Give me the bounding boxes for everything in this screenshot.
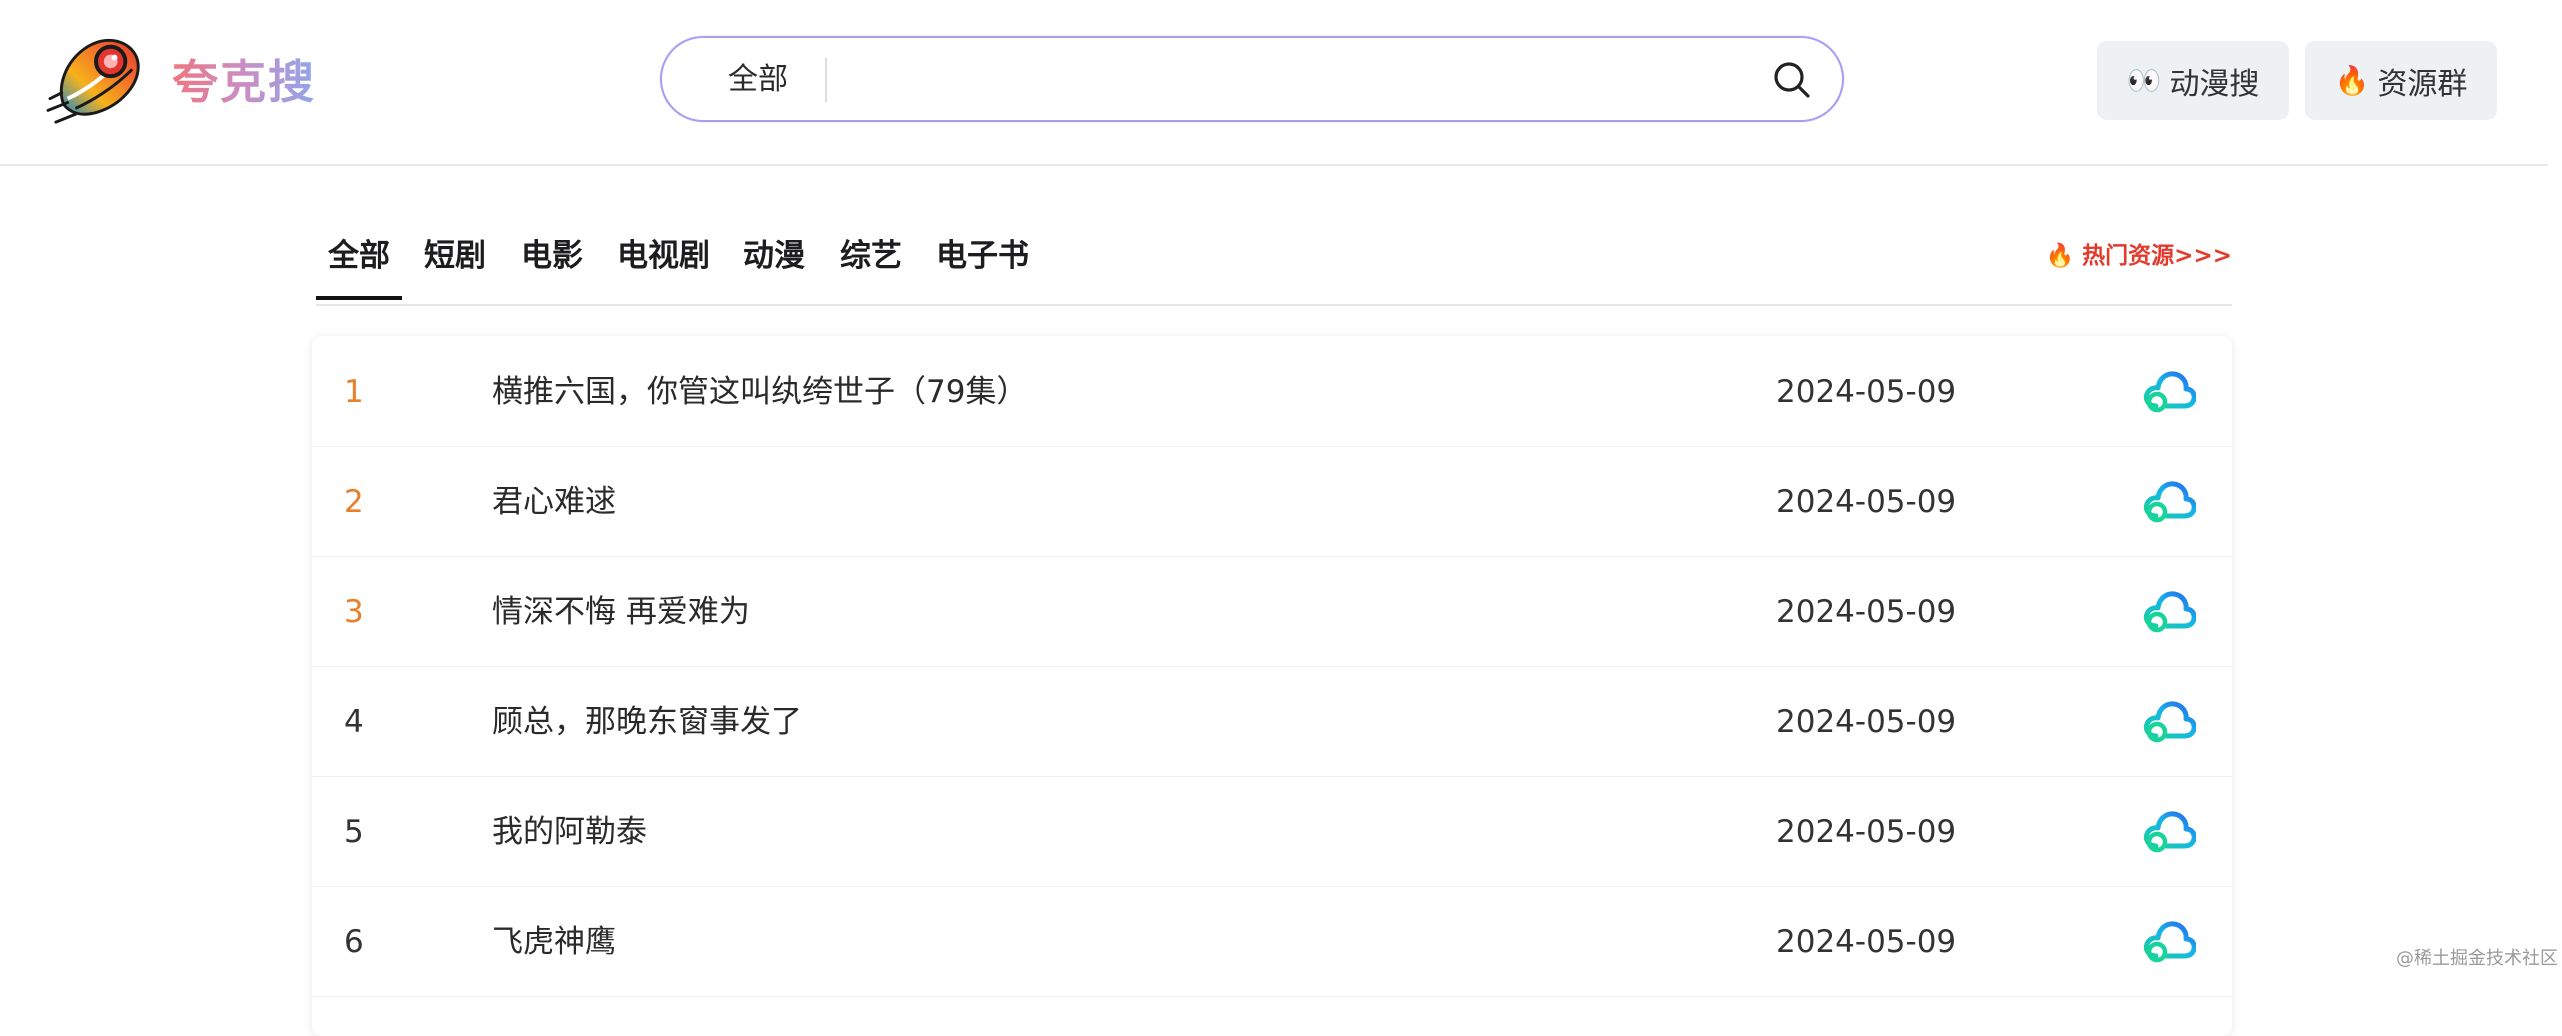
item-title[interactable]: 情深不悔 再爱难为 — [492, 592, 750, 632]
list-item[interactable]: 2 君心难逑 2024-05-09 — [312, 446, 2232, 557]
item-date: 2024-05-09 — [1776, 704, 1957, 740]
result-list: 1 横推六国，你管这叫纨绔世子（79集） 2024-05-09 2 君心难逑 2… — [312, 336, 2232, 1036]
watermark: @稀土掘金技术社区 — [2396, 948, 2558, 969]
list-item[interactable]: 1 横推六国，你管这叫纨绔世子（79集） 2024-05-09 — [312, 336, 2232, 447]
cloud-icon[interactable] — [2142, 476, 2196, 524]
item-title[interactable]: 我的阿勒泰 — [492, 812, 647, 852]
anime-search-label: 动漫搜 — [2169, 66, 2260, 102]
rank-number: 4 — [344, 704, 364, 740]
tab-movie[interactable]: 电影 — [521, 236, 583, 276]
rank-number: 2 — [344, 484, 364, 520]
item-title[interactable]: 飞虎神鹰 — [492, 922, 616, 962]
search-icon[interactable] — [1772, 60, 1812, 100]
hot-resources-link[interactable]: 🔥 热门资源>>> — [2046, 240, 2232, 272]
item-date: 2024-05-09 — [1776, 924, 1957, 960]
cloud-icon[interactable] — [2142, 366, 2196, 414]
list-item[interactable]: 5 我的阿勒泰 2024-05-09 — [312, 776, 2232, 887]
tab-all[interactable]: 全部 — [328, 236, 390, 276]
cloud-icon[interactable] — [2142, 806, 2196, 854]
item-title[interactable]: 顾总，那晚东窗事发了 — [492, 702, 802, 742]
anime-search-button[interactable]: 👀 动漫搜 — [2097, 41, 2289, 120]
tab-tv-series[interactable]: 电视剧 — [617, 236, 710, 276]
resource-group-label: 资源群 — [2377, 66, 2468, 102]
tab-anime[interactable]: 动漫 — [743, 236, 805, 276]
item-title[interactable]: 君心难逑 — [492, 482, 616, 522]
tab-variety[interactable]: 综艺 — [840, 236, 902, 276]
list-item[interactable]: 4 顾总，那晚东窗事发了 2024-05-09 — [312, 666, 2232, 777]
rank-number: 1 — [344, 374, 364, 410]
brand-name[interactable]: 夸克搜 — [172, 52, 316, 112]
item-date: 2024-05-09 — [1776, 814, 1957, 850]
rank-number: 3 — [344, 594, 364, 630]
search-bar[interactable]: 全部 — [660, 36, 1844, 122]
rank-number: 6 — [344, 924, 364, 960]
list-item[interactable]: 6 飞虎神鹰 2024-05-09 — [312, 886, 2232, 997]
cloud-icon[interactable] — [2142, 696, 2196, 744]
tab-ebook[interactable]: 电子书 — [936, 236, 1029, 276]
rocket-logo-icon[interactable] — [46, 36, 144, 128]
cloud-icon[interactable] — [2142, 586, 2196, 634]
category-tabs: 全部 短剧 电影 电视剧 动漫 综艺 电子书 🔥 热门资源>>> — [316, 224, 2232, 306]
fire-icon: 🔥 — [2334, 64, 2370, 97]
item-date: 2024-05-09 — [1776, 594, 1957, 630]
resource-group-button[interactable]: 🔥 资源群 — [2305, 41, 2497, 120]
eyes-icon: 👀 — [2126, 64, 2162, 97]
search-input[interactable] — [848, 50, 1712, 110]
item-date: 2024-05-09 — [1776, 484, 1957, 520]
rank-number: 5 — [344, 814, 364, 850]
list-item[interactable]: 3 情深不悔 再爱难为 2024-05-09 — [312, 556, 2232, 667]
search-divider — [825, 58, 827, 102]
top-header: 夸克搜 全部 👀 动漫搜 🔥 资源群 — [0, 0, 2548, 166]
active-tab-indicator — [316, 296, 402, 300]
cloud-icon[interactable] — [2142, 916, 2196, 964]
tab-short-drama[interactable]: 短剧 — [424, 236, 486, 276]
search-category[interactable]: 全部 — [728, 62, 788, 98]
item-title[interactable]: 横推六国，你管这叫纨绔世子（79集） — [492, 372, 1027, 412]
item-date: 2024-05-09 — [1776, 374, 1957, 410]
